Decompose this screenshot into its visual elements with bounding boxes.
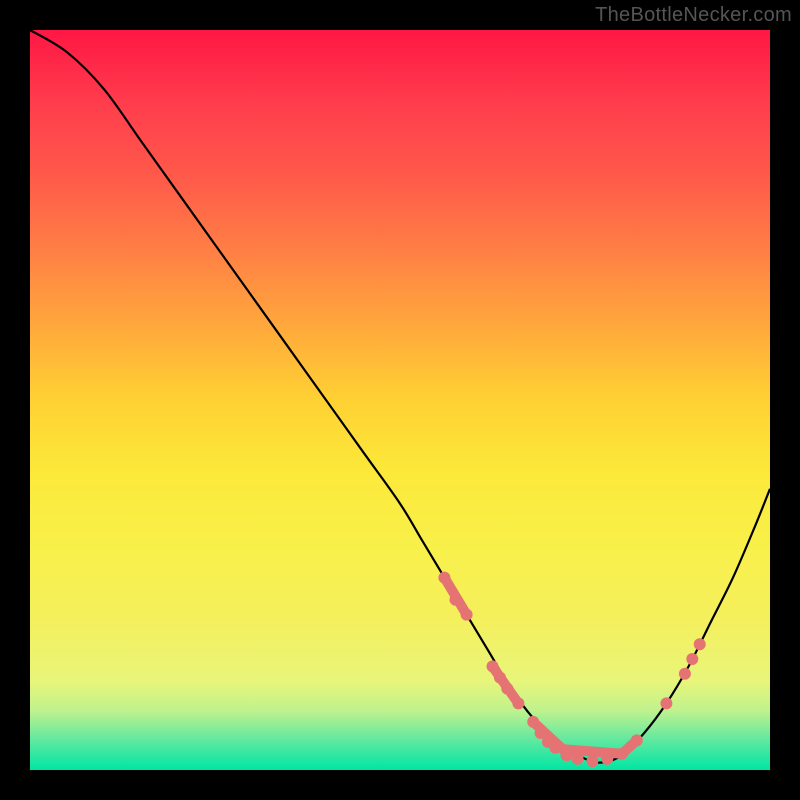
marker-dot (616, 748, 628, 760)
marker-points (438, 572, 705, 768)
marker-dot (572, 753, 584, 765)
marker-dot (438, 572, 450, 584)
curve-svg (30, 30, 770, 770)
marker-dot (586, 755, 598, 767)
marker-dot (694, 638, 706, 650)
marker-dot (512, 697, 524, 709)
marker-dot (631, 734, 643, 746)
marker-dot (461, 609, 473, 621)
marker-dot (527, 716, 539, 728)
plot-area (30, 30, 770, 770)
marker-dot (494, 672, 506, 684)
chart-container: TheBottleNecker.com (0, 0, 800, 800)
watermark-text: TheBottleNecker.com (595, 4, 792, 27)
marker-dot (549, 742, 561, 754)
marker-dot (501, 683, 513, 695)
marker-dot (660, 697, 672, 709)
marker-dot (487, 660, 499, 672)
marker-dot (686, 653, 698, 665)
marker-dot (601, 753, 613, 765)
marker-dot (450, 594, 462, 606)
marker-dot (679, 668, 691, 680)
marker-dot (561, 749, 573, 761)
bottleneck-curve (30, 30, 770, 763)
